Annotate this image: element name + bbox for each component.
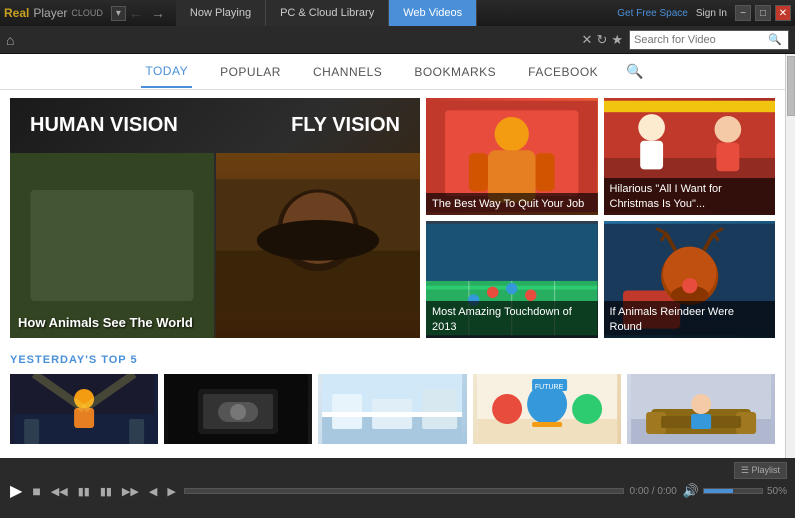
human-vision-label: HUMAN VISION [30, 114, 178, 137]
yesterday-section: YESTERDAY'S TOP 5 [0, 346, 785, 452]
fast-fwd-button[interactable]: ▶ [165, 485, 177, 498]
side-row-top: The Best Way To Quit Your Job [426, 98, 775, 215]
nav-arrows: ← → [126, 5, 168, 21]
content-area: TODAY POPULAR CHANNELS BOOKMARKS FACEBOO… [0, 54, 785, 458]
nav-today[interactable]: TODAY [141, 56, 192, 88]
nav-popular[interactable]: POPULAR [216, 57, 285, 87]
tab-bar: Now Playing PC & Cloud Library Web Video… [176, 0, 609, 26]
search-box[interactable]: 🔍 [629, 30, 789, 50]
progress-bar[interactable] [184, 488, 624, 494]
side-row-bottom: Most Amazing Touchdown of 2013 [426, 221, 775, 338]
back-arrow[interactable]: ← [126, 5, 146, 21]
playlist-button[interactable]: ☰ Playlist [734, 462, 787, 479]
search-input[interactable] [634, 34, 764, 46]
split-left-image [10, 153, 214, 338]
thumb-reindeer[interactable]: If Animals Reindeer Were Round [604, 221, 776, 338]
fly-vision-label: FLY VISION [291, 114, 400, 137]
maximize-button[interactable]: □ [755, 5, 771, 21]
title-actions: Get Free Space Sign In [617, 8, 727, 19]
yday-thumb-1[interactable] [10, 374, 158, 444]
yesterday-title: YESTERDAY'S TOP 5 [10, 354, 775, 366]
logo-dropdown[interactable]: ▾ [111, 6, 126, 21]
right-scrollbar[interactable] [785, 54, 795, 458]
thumb-christmas-label: Hilarious "All I Want for Christmas Is Y… [604, 178, 776, 215]
frame-back-button[interactable]: ▮▮ [76, 485, 92, 498]
tab-pc-cloud[interactable]: PC & Cloud Library [266, 0, 389, 26]
yesterday-row: FUTURE [10, 374, 775, 444]
volume-percent: 50% [767, 486, 787, 497]
playlist-bar: ☰ Playlist [8, 462, 787, 479]
thumb-touchdown-label: Most Amazing Touchdown of 2013 [426, 301, 598, 338]
thumb-touchdown[interactable]: Most Amazing Touchdown of 2013 [426, 221, 598, 338]
logo-area: Real Player CLOUD [4, 6, 103, 20]
controls-row: ▶ ■ ◀◀ ▮▮ ▮▮ ▶▶ ◀ ▶ 0:00 / 0:00 🔊 50% [8, 481, 787, 501]
sign-in-link[interactable]: Sign In [696, 8, 727, 19]
featured-label: How Animals See The World [18, 315, 193, 330]
next-button[interactable]: ▶▶ [120, 485, 141, 498]
window-controls: − □ ✕ [735, 5, 791, 21]
thumb-reindeer-label: If Animals Reindeer Were Round [604, 301, 776, 338]
get-free-space-link[interactable]: Get Free Space [617, 8, 688, 19]
volume-fill [704, 489, 733, 493]
logo-cloud: CLOUD [71, 8, 103, 18]
media-controls: ☰ Playlist ▶ ■ ◀◀ ▮▮ ▮▮ ▶▶ ◀ ▶ 0:00 / 0:… [0, 458, 795, 518]
volume-bar[interactable] [703, 488, 763, 494]
bookmark-icon[interactable]: ★ [611, 32, 623, 48]
featured-image: HUMAN VISION FLY VISION [10, 98, 420, 338]
scrollbar-thumb[interactable] [787, 56, 795, 116]
yday-thumb-2[interactable] [164, 374, 312, 444]
yday-thumb-5[interactable] [627, 374, 775, 444]
nav-facebook[interactable]: FACEBOOK [524, 57, 602, 87]
thumb-christmas[interactable]: Hilarious "All I Want for Christmas Is Y… [604, 98, 776, 215]
tab-now-playing[interactable]: Now Playing [176, 0, 266, 26]
yday-thumb-4[interactable]: FUTURE [473, 374, 621, 444]
close-button[interactable]: ✕ [775, 5, 791, 21]
featured-video[interactable]: HUMAN VISION FLY VISION [10, 98, 420, 338]
content-nav: TODAY POPULAR CHANNELS BOOKMARKS FACEBOO… [0, 54, 785, 90]
frame-fwd-button[interactable]: ▮▮ [98, 485, 114, 498]
home-icon[interactable]: ⌂ [6, 32, 14, 48]
play-button[interactable]: ▶ [8, 481, 24, 501]
yday-thumb-3[interactable] [318, 374, 466, 444]
logo-text2: Player [33, 6, 67, 20]
thumb-quit-job-label: The Best Way To Quit Your Job [426, 193, 598, 215]
thumb-quit-job[interactable]: The Best Way To Quit Your Job [426, 98, 598, 215]
page-wrapper: TODAY POPULAR CHANNELS BOOKMARKS FACEBOO… [0, 54, 795, 458]
nav-bookmarks[interactable]: BOOKMARKS [410, 57, 500, 87]
main-content: HUMAN VISION FLY VISION [0, 90, 785, 458]
close-tab-icon[interactable]: ✕ [582, 32, 593, 48]
toolbar-icons: ✕ ↻ ★ [582, 32, 623, 48]
featured-split [10, 153, 420, 338]
search-icon[interactable]: 🔍 [768, 33, 782, 46]
volume-icon[interactable]: 🔊 [683, 483, 699, 499]
featured-top: HUMAN VISION FLY VISION [10, 98, 420, 153]
content-search-icon[interactable]: 🔍 [626, 63, 643, 80]
nav-channels[interactable]: CHANNELS [309, 57, 386, 87]
time-display: 0:00 / 0:00 [630, 486, 677, 497]
tab-web-videos[interactable]: Web Videos [389, 0, 477, 26]
toolbar: ⌂ ✕ ↻ ★ 🔍 [0, 26, 795, 54]
side-videos: The Best Way To Quit Your Job [426, 98, 775, 338]
forward-arrow[interactable]: → [148, 5, 168, 21]
stop-button[interactable]: ■ [30, 483, 42, 499]
logo-text: Real [4, 6, 29, 20]
split-right-image [216, 153, 420, 338]
minimize-button[interactable]: − [735, 5, 751, 21]
prev-button[interactable]: ◀◀ [49, 485, 70, 498]
svg-text:FUTURE: FUTURE [535, 384, 564, 391]
video-grid: HUMAN VISION FLY VISION [0, 90, 785, 346]
refresh-icon[interactable]: ↻ [596, 32, 607, 48]
rewind-button[interactable]: ◀ [147, 485, 159, 498]
volume-section: 🔊 50% [683, 483, 787, 499]
title-bar: Real Player CLOUD ▾ ← → Now Playing PC &… [0, 0, 795, 26]
